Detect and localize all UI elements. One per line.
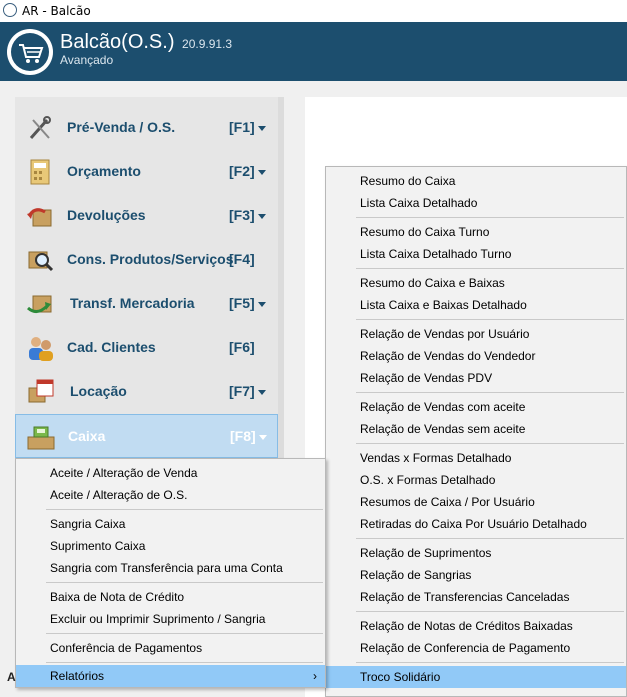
- shortcut-key: [F3]: [229, 207, 266, 223]
- menu-item-baixa-nota-credito[interactable]: Baixa de Nota de Crédito: [16, 586, 325, 608]
- sidebar-shadow: [278, 97, 284, 467]
- menu-item-sangria-caixa[interactable]: Sangria Caixa: [16, 513, 325, 535]
- chevron-right-icon: ›: [313, 669, 317, 683]
- menu-item-resumo-caixa-baixas[interactable]: Resumo do Caixa e Baixas: [326, 272, 626, 294]
- sidebar-item-label: Cad. Clientes: [67, 339, 156, 355]
- chevron-down-icon: [257, 301, 266, 307]
- sidebar-item-label: Devoluções: [67, 207, 146, 223]
- shopping-cart-icon: [7, 29, 53, 75]
- menu-item-conferencia-pagamento[interactable]: Relação de Conferencia de Pagamento: [326, 637, 626, 659]
- menu-separator: [356, 443, 624, 444]
- menu-item-lista-caixa-detalhado-turno[interactable]: Lista Caixa Detalhado Turno: [326, 243, 626, 265]
- sidebar-item-locacao[interactable]: Locação [F7]: [15, 370, 278, 414]
- sidebar-item-label: Locação: [70, 383, 127, 399]
- caixa-dropdown-menu: Aceite / Alteração de Venda Aceite / Alt…: [15, 458, 326, 688]
- shortcut-key: [F7]: [229, 383, 266, 399]
- chevron-down-icon: [257, 389, 266, 395]
- menu-item-resumos-caixa-usuario[interactable]: Resumos de Caixa / Por Usuário: [326, 491, 626, 513]
- menu-item-vendas-com-aceite[interactable]: Relação de Vendas com aceite: [326, 396, 626, 418]
- sidebar-item-transf-mercadoria[interactable]: Transf. Mercadoria [F5]: [15, 282, 278, 326]
- menu-item-os-x-formas[interactable]: O.S. x Formas Detalhado: [326, 469, 626, 491]
- menu-item-resumo-caixa-turno[interactable]: Resumo do Caixa Turno: [326, 221, 626, 243]
- menu-item-relacao-sangrias[interactable]: Relação de Sangrias: [326, 564, 626, 586]
- menu-item-relacao-suprimentos[interactable]: Relação de Suprimentos: [326, 542, 626, 564]
- menu-separator: [356, 611, 624, 612]
- chevron-down-icon: [257, 125, 266, 131]
- menu-item-relatorios[interactable]: Relatórios ›: [16, 665, 325, 687]
- app-window-icon: [3, 3, 17, 17]
- menu-item-vendas-pdv[interactable]: Relação de Vendas PDV: [326, 367, 626, 389]
- tools-icon: [29, 116, 51, 139]
- menu-item-aceite-venda[interactable]: Aceite / Alteração de Venda: [16, 462, 325, 484]
- menu-item-transferencias-canceladas[interactable]: Relação de Transferencias Canceladas: [326, 586, 626, 608]
- menu-item-conferencia-pagamentos[interactable]: Conferência de Pagamentos: [16, 637, 325, 659]
- relatorios-submenu: Resumo do Caixa Lista Caixa Detalhado Re…: [325, 166, 627, 697]
- app-header: Balcão(O.S.) 20.9.91.3 Avançado: [0, 22, 627, 81]
- shortcut-key: [F1]: [229, 119, 266, 135]
- shortcut-key: [F6]: [229, 339, 255, 355]
- sidebar-item-caixa[interactable]: Caixa [F8]: [15, 414, 278, 458]
- sidebar-item-orcamento[interactable]: Orçamento [F2]: [15, 150, 278, 194]
- menu-item-suprimento-caixa[interactable]: Suprimento Caixa: [16, 535, 325, 557]
- menu-item-retiradas-caixa-usuario[interactable]: Retiradas do Caixa Por Usuário Detalhado: [326, 513, 626, 535]
- menu-separator: [46, 509, 323, 510]
- sidebar-item-pre-venda[interactable]: Pré-Venda / O.S. [F1]: [15, 106, 278, 150]
- menu-item-vendas-do-vendedor[interactable]: Relação de Vendas do Vendedor: [326, 345, 626, 367]
- menu-item-notas-creditos-baixadas[interactable]: Relação de Notas de Créditos Baixadas: [326, 615, 626, 637]
- cash-register-icon: [27, 426, 55, 450]
- window-titlebar: AR - Balcão: [0, 0, 627, 22]
- sidebar-item-label: Pré-Venda / O.S.: [67, 119, 176, 135]
- window-title: AR - Balcão: [22, 4, 91, 18]
- menu-separator: [46, 662, 323, 663]
- menu-separator: [356, 538, 624, 539]
- menu-separator: [46, 582, 323, 583]
- menu-separator: [356, 268, 624, 269]
- sidebar-item-label: Orçamento: [67, 163, 141, 179]
- product-search-icon: [28, 251, 54, 272]
- chevron-down-icon: [257, 169, 266, 175]
- calculator-icon: [30, 159, 50, 185]
- shortcut-key: [F2]: [229, 163, 266, 179]
- app-name: Balcão(O.S.): [60, 31, 175, 53]
- menu-item-vendas-x-formas[interactable]: Vendas x Formas Detalhado: [326, 447, 626, 469]
- sidebar-item-label: Transf. Mercadoria: [70, 295, 195, 311]
- menu-separator: [356, 217, 624, 218]
- app-version: 20.9.91.3: [182, 37, 233, 51]
- sidebar-item-devolucoes[interactable]: Devoluções [F3]: [15, 194, 278, 238]
- return-box-icon: [27, 208, 52, 227]
- menu-separator: [46, 633, 323, 634]
- menu-item-resumo-caixa[interactable]: Resumo do Caixa: [326, 170, 626, 192]
- sidebar-item-label: Caixa: [68, 428, 106, 444]
- menu-item-lista-caixa-detalhado[interactable]: Lista Caixa Detalhado: [326, 192, 626, 214]
- sidebar-item-label: Cons. Produtos/Serviços: [67, 251, 234, 267]
- customers-icon: [29, 337, 53, 361]
- menu-item-aceite-os[interactable]: Aceite / Alteração de O.S.: [16, 484, 325, 506]
- chevron-down-icon: [257, 213, 266, 219]
- menu-item-excluir-imprimir-suprimento[interactable]: Excluir ou Imprimir Suprimento / Sangria: [16, 608, 325, 630]
- shortcut-key: [F5]: [229, 295, 266, 311]
- sidebar-item-cad-clientes[interactable]: Cad. Clientes [F6]: [15, 326, 278, 370]
- partial-footer-text: A: [7, 670, 16, 684]
- menu-item-sangria-transferencia[interactable]: Sangria com Transferência para uma Conta: [16, 557, 325, 579]
- app-title: Balcão(O.S.) 20.9.91.3: [60, 31, 232, 54]
- menu-item-troco-solidario[interactable]: Troco Solidário: [326, 666, 626, 688]
- menu-item-vendas-por-usuario[interactable]: Relação de Vendas por Usuário: [326, 323, 626, 345]
- transfer-box-icon: [27, 295, 52, 313]
- menu-separator: [356, 392, 624, 393]
- calendar-box-icon: [28, 379, 54, 403]
- chevron-down-icon: [258, 434, 267, 440]
- shortcut-key: [F8]: [230, 428, 267, 444]
- sidebar-item-cons-produtos[interactable]: Cons. Produtos/Serviços [F4]: [15, 238, 278, 282]
- menu-separator: [356, 319, 624, 320]
- sidebar: Pré-Venda / O.S. [F1] Orçamento [F2] Dev…: [15, 97, 278, 467]
- shortcut-key: [F4]: [229, 251, 255, 267]
- menu-item-vendas-sem-aceite[interactable]: Relação de Vendas sem aceite: [326, 418, 626, 440]
- app-edition: Avançado: [60, 53, 114, 67]
- menu-item-lista-caixa-baixas[interactable]: Lista Caixa e Baixas Detalhado: [326, 294, 626, 316]
- menu-separator: [356, 662, 624, 663]
